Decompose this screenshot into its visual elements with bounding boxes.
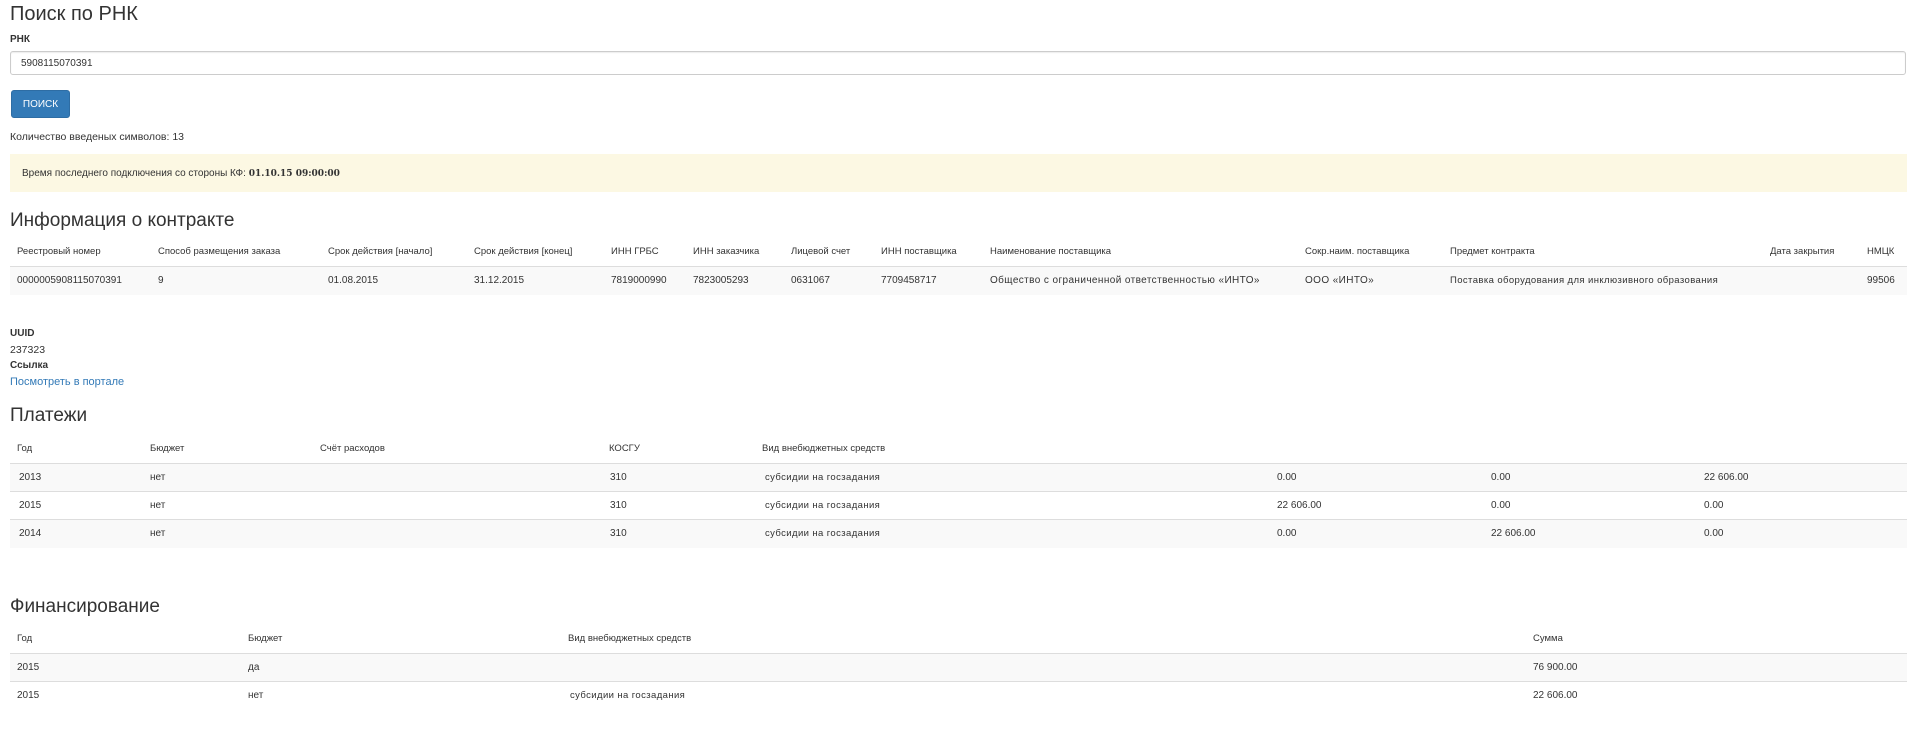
payment-amount: 0.00 <box>1277 528 1297 539</box>
financing-amount: 76 900.00 <box>1533 662 1578 673</box>
payment-amount: 0.00 <box>1704 500 1724 511</box>
rnk-label: РНК <box>10 34 30 45</box>
uuid-label: UUID <box>10 328 35 339</box>
account-number: 0631067 <box>791 275 830 286</box>
col-header: Сокр.наим. поставщика <box>1305 246 1410 257</box>
nmck: 99506 <box>1867 275 1895 286</box>
payments-table-header: Год Бюджет Счёт расходов КОСГУ Вид внебю… <box>10 435 1907 464</box>
alert-datetime: 01.10.15 09:00:00 <box>248 169 340 179</box>
col-header: ИНН ГРБС <box>611 246 659 257</box>
payment-budget: нет <box>150 528 166 539</box>
supplier-short-name: ООО «ИНТО» <box>1305 275 1375 286</box>
col-header: Бюджет <box>150 443 185 454</box>
col-header: Способ размещения заказа <box>158 246 281 257</box>
payment-funds-type: субсидии на госзадания <box>765 528 881 539</box>
col-header: ИНН заказчика <box>693 246 760 257</box>
financing-funds-type: субсидии на госзадания <box>570 690 686 701</box>
financing-year: 2015 <box>17 690 40 701</box>
col-header: Вид внебюджетных средств <box>568 633 692 644</box>
payment-year: 2013 <box>19 472 42 483</box>
table-row: 2015 да 76 900.00 <box>10 653 1907 682</box>
table-row: 0000005908115070391 9 01.08.2015 31.12.2… <box>10 266 1907 295</box>
table-row: 2013 нет 310 субсидии на госзадания 0.00… <box>10 463 1907 492</box>
payment-amount: 0.00 <box>1491 500 1511 511</box>
financing-year: 2015 <box>17 662 40 673</box>
col-header: НМЦК <box>1867 246 1895 257</box>
last-connection-alert: Время последнего подключения со стороны … <box>10 154 1907 192</box>
payment-kosgu: 310 <box>610 500 627 511</box>
start-date: 01.08.2015 <box>328 275 379 286</box>
col-header: Лицевой счет <box>791 246 851 257</box>
col-header: Год <box>17 443 33 454</box>
payment-amount: 0.00 <box>1491 472 1511 483</box>
payment-kosgu: 310 <box>610 472 627 483</box>
table-row: 2015 нет субсидии на госзадания 22 606.0… <box>10 681 1907 710</box>
search-button[interactable]: ПОИСК <box>11 90 70 118</box>
payment-year: 2014 <box>19 528 42 539</box>
inn-grbs: 7819000990 <box>611 275 667 286</box>
col-header: КОСГУ <box>609 443 640 454</box>
col-header: Срок действия [конец] <box>474 246 573 257</box>
col-header: Бюджет <box>248 633 283 644</box>
payment-kosgu: 310 <box>610 528 627 539</box>
financing-section-title: Финансирование <box>10 596 160 617</box>
payment-budget: нет <box>150 500 166 511</box>
payments-section-title: Платежи <box>10 405 88 426</box>
table-row: 2014 нет 310 субсидии на госзадания 0.00… <box>10 519 1907 548</box>
table-row: 2015 нет 310 субсидии на госзадания 22 6… <box>10 491 1907 520</box>
col-header: Реестровый номер <box>17 246 101 257</box>
payment-year: 2015 <box>19 500 42 511</box>
financing-amount: 22 606.00 <box>1533 690 1578 701</box>
col-header: Дата закрытия <box>1770 246 1835 257</box>
contract-table-header: Реестровый номер Способ размещения заказ… <box>10 238 1907 267</box>
financing-budget: да <box>248 662 260 673</box>
col-header: Наименование поставщика <box>990 246 1112 257</box>
col-header: Год <box>17 633 33 644</box>
portal-link[interactable]: Посмотреть в портале <box>10 376 124 388</box>
placement-method: 9 <box>158 275 164 286</box>
payment-amount: 0.00 <box>1704 528 1724 539</box>
payment-budget: нет <box>150 472 166 483</box>
col-header: Вид внебюджетных средств <box>762 443 886 454</box>
contract-section-title: Информация о контракте <box>10 210 235 231</box>
payment-amount: 22 606.00 <box>1704 472 1749 483</box>
col-header: Предмет контракта <box>1450 246 1535 257</box>
inn-supplier: 7709458717 <box>881 275 937 286</box>
supplier-name: Общество с ограниченной ответственностью… <box>990 275 1260 286</box>
payment-amount: 22 606.00 <box>1277 500 1322 511</box>
payment-amount: 22 606.00 <box>1491 528 1536 539</box>
rnk-search-input[interactable] <box>10 51 1906 75</box>
col-header: ИНН поставщика <box>881 246 957 257</box>
char-count: Количество введеных символов: 13 <box>10 131 185 143</box>
inn-customer: 7823005293 <box>693 275 749 286</box>
registry-number: 0000005908115070391 <box>17 275 122 286</box>
col-header: Сумма <box>1533 633 1563 644</box>
uuid-value: 237323 <box>10 344 46 356</box>
end-date: 31.12.2015 <box>474 275 525 286</box>
col-header: Счёт расходов <box>320 443 385 454</box>
payment-funds-type: субсидии на госзадания <box>765 472 881 483</box>
col-header: Срок действия [начало] <box>328 246 433 257</box>
payment-funds-type: субсидии на госзадания <box>765 500 881 511</box>
financing-budget: нет <box>248 690 264 701</box>
link-label: Ссылка <box>10 360 49 371</box>
payment-amount: 0.00 <box>1277 472 1297 483</box>
financing-table-header: Год Бюджет Вид внебюджетных средств Сумм… <box>10 625 1907 654</box>
contract-subject: Поставка оборудования для инклюзивного о… <box>1450 275 1719 286</box>
page-title: Поиск по РНК <box>10 3 138 25</box>
alert-text: Время последнего подключения со стороны … <box>22 168 249 179</box>
